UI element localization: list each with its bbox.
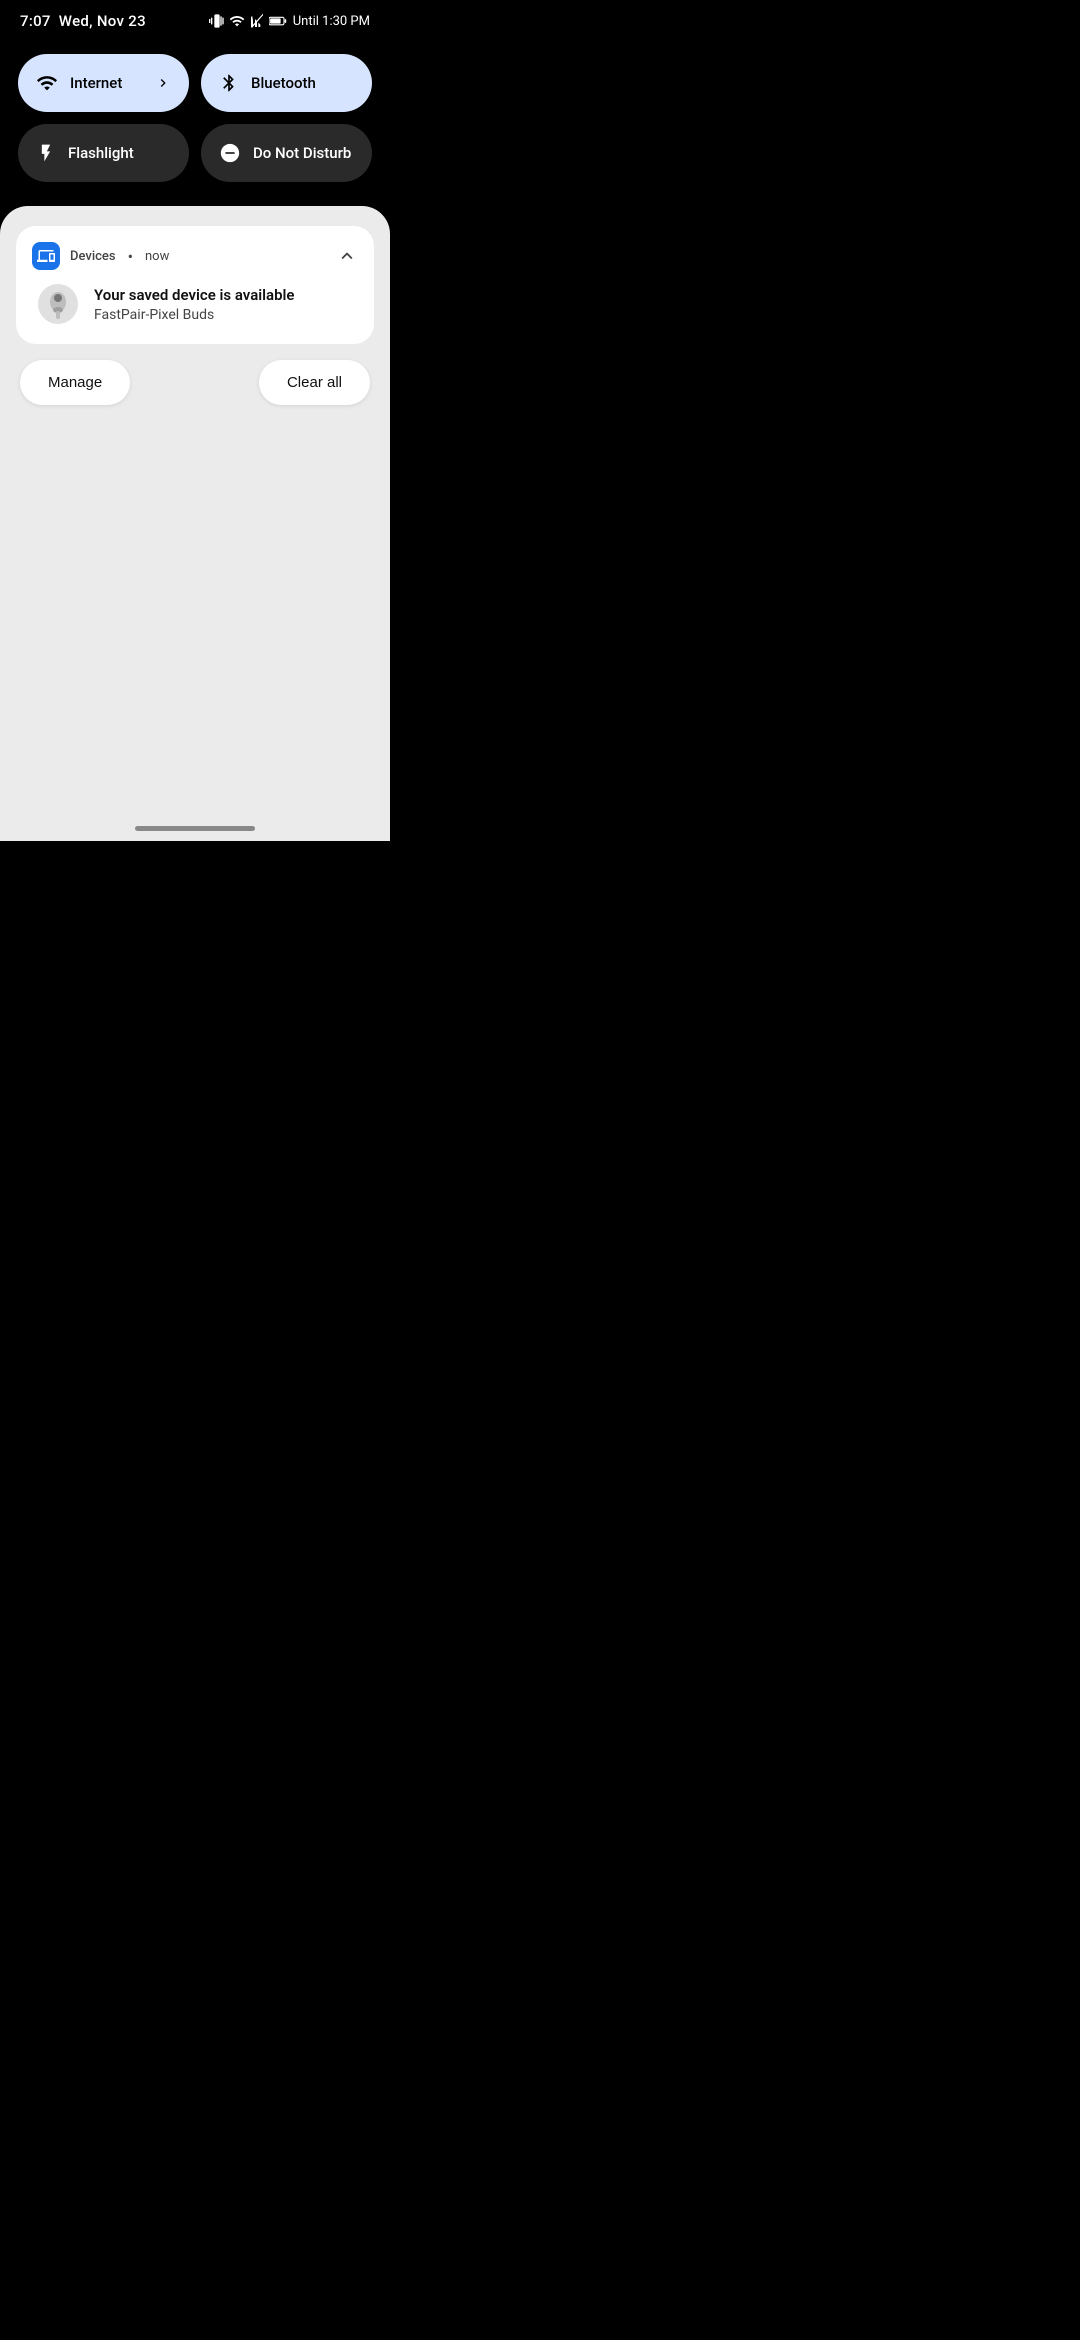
- bluetooth-tile-label: Bluetooth: [251, 74, 316, 92]
- flashlight-tile[interactable]: Flashlight: [18, 124, 189, 182]
- notification-panel: Devices • now: [0, 206, 390, 806]
- dnd-tile-icon: [219, 142, 241, 164]
- status-icons: Until 1:30 PM: [209, 13, 370, 29]
- flashlight-tile-icon: [36, 142, 56, 164]
- home-bar: [135, 826, 255, 831]
- internet-tile[interactable]: Internet: [18, 54, 189, 112]
- wifi-tile-icon: [36, 72, 58, 94]
- status-time: 7:07 Wed, Nov 23: [20, 12, 146, 30]
- wifi-icon: [229, 13, 245, 29]
- home-indicator: [0, 806, 390, 841]
- dnd-tile[interactable]: Do Not Disturb: [201, 124, 372, 182]
- battery-icon: [269, 13, 287, 29]
- flashlight-tile-label: Flashlight: [68, 144, 134, 162]
- notif-subtitle: FastPair-Pixel Buds: [94, 307, 295, 323]
- internet-chevron-icon: [155, 75, 171, 91]
- battery-text: Until 1:30 PM: [293, 14, 370, 29]
- vibrate-icon: [209, 13, 225, 29]
- notification-card: Devices • now: [16, 226, 374, 344]
- notif-text-content: Your saved device is available FastPair-…: [94, 286, 295, 323]
- dnd-tile-label: Do Not Disturb: [253, 144, 351, 162]
- signal-icon: [249, 13, 265, 29]
- devices-app-icon: [32, 242, 60, 270]
- manage-button[interactable]: Manage: [20, 360, 130, 405]
- pixel-buds-icon: [36, 282, 80, 326]
- notification-header: Devices • now: [32, 242, 358, 270]
- clear-all-button[interactable]: Clear all: [259, 360, 370, 405]
- quick-settings: Internet Bluetooth Flashlight: [0, 38, 390, 206]
- notif-title: Your saved device is available: [94, 286, 295, 304]
- notif-expand-icon[interactable]: [336, 245, 358, 267]
- notif-time: now: [145, 249, 169, 264]
- notif-dot: •: [128, 247, 133, 266]
- notif-app-name: Devices: [70, 249, 116, 264]
- bluetooth-tile[interactable]: Bluetooth: [201, 54, 372, 112]
- notification-header-left: Devices • now: [32, 242, 169, 270]
- notification-body: Your saved device is available FastPair-…: [32, 282, 358, 326]
- bluetooth-tile-icon: [219, 72, 239, 94]
- internet-tile-label: Internet: [70, 74, 122, 92]
- status-bar: 7:07 Wed, Nov 23 Until 1:30 PM: [0, 0, 390, 38]
- action-buttons: Manage Clear all: [16, 356, 374, 405]
